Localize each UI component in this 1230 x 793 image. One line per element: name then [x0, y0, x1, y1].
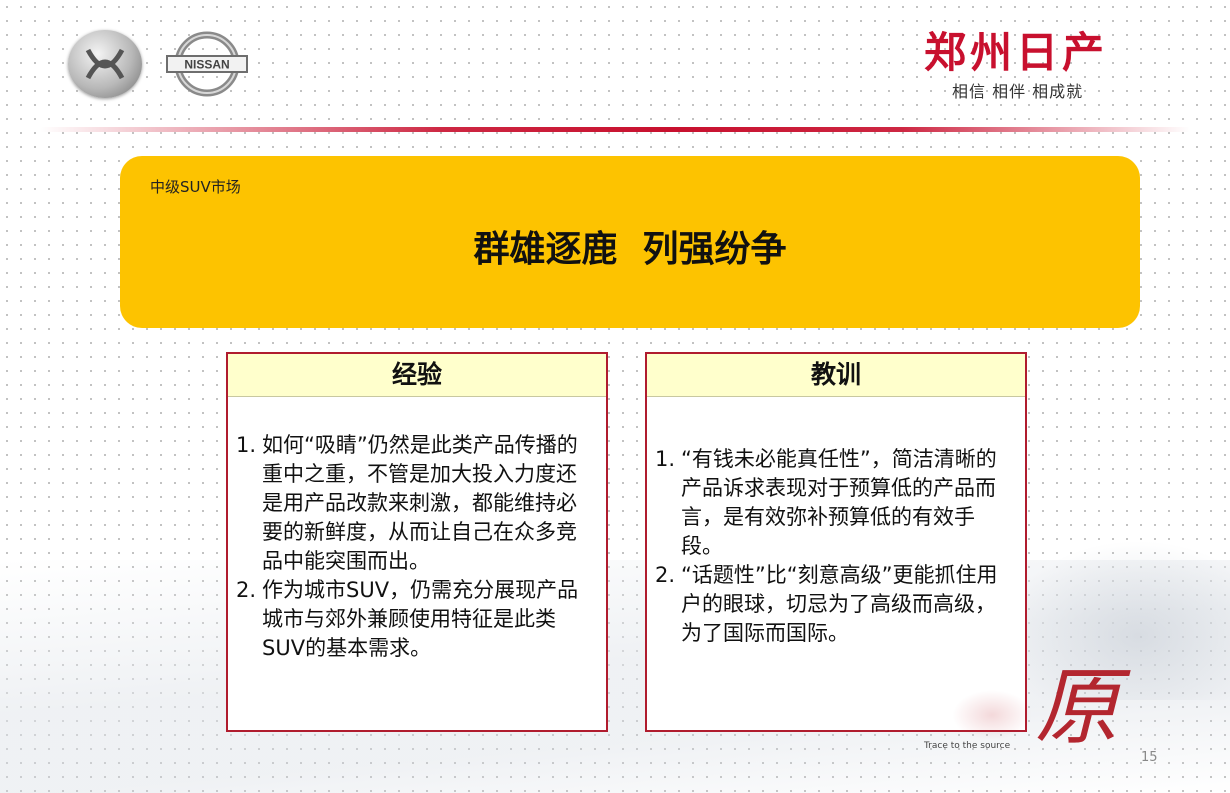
nissan-logo-text: NISSAN	[184, 58, 229, 72]
list-text: 作为城市SUV，仍需充分展现产品城市与郊外兼顾使用特征是此类SUV的基本需求。	[262, 578, 579, 660]
brand-slogan: 相信 相伴 相成就	[952, 82, 1084, 101]
list-text: 如何“吸睛”仍然是此类产品传播的重中之重，不管是加大投入力度还是用产品改款来刺激…	[262, 433, 578, 573]
experience-panel: 经验 1. 如何“吸睛”仍然是此类产品传播的重中之重，不管是加大投入力度还是用产…	[226, 352, 608, 732]
list-number: 1.	[655, 447, 676, 471]
nissan-logo: NISSAN	[164, 31, 250, 97]
dongfeng-logo	[68, 30, 142, 98]
list-text: “话题性”比“刻意高级”更能抓住用户的眼球，切忌为了高级而高级，为了国际而国际。	[681, 563, 998, 645]
calligraphy-mark: 原	[1035, 658, 1120, 756]
list-item: 2. 作为城市SUV，仍需充分展现产品城市与郊外兼顾使用特征是此类SUV的基本需…	[236, 576, 596, 663]
lesson-panel: 教训 1. “有钱未必能真任性”，简洁清晰的产品诉求表现对于预算低的产品而言，是…	[645, 352, 1027, 732]
tagline: Trace to the source	[924, 741, 1011, 751]
panel-heading: 经验	[228, 354, 606, 397]
list-number: 2.	[655, 563, 676, 587]
list-item: 1. “有钱未必能真任性”，简洁清晰的产品诉求表现对于预算低的产品而言，是有效弥…	[655, 445, 1015, 561]
experience-list: 1. 如何“吸睛”仍然是此类产品传播的重中之重，不管是加大投入力度还是用产品改款…	[236, 431, 596, 663]
calligraphy-shadow	[952, 690, 1032, 740]
header-divider	[40, 127, 1190, 132]
list-number: 2.	[236, 578, 257, 602]
panel-heading: 教训	[647, 354, 1025, 397]
banner-title: 群雄逐鹿 列强纷争	[473, 229, 787, 270]
title-banner: 中级SUV市场 群雄逐鹿 列强纷争	[120, 156, 1140, 328]
list-text: “有钱未必能真任性”，简洁清晰的产品诉求表现对于预算低的产品而言，是有效弥补预算…	[681, 447, 997, 558]
lesson-list: 1. “有钱未必能真任性”，简洁清晰的产品诉求表现对于预算低的产品而言，是有效弥…	[655, 445, 1015, 648]
page-number: 15	[1141, 750, 1158, 765]
banner-subtitle: 中级SUV市场	[150, 178, 241, 196]
list-item: 2. “话题性”比“刻意高级”更能抓住用户的眼球，切忌为了高级而高级，为了国际而…	[655, 561, 1015, 648]
list-item: 1. 如何“吸睛”仍然是此类产品传播的重中之重，不管是加大投入力度还是用产品改款…	[236, 431, 596, 576]
list-number: 1.	[236, 433, 257, 457]
brand-title: 郑州日产	[924, 28, 1109, 77]
